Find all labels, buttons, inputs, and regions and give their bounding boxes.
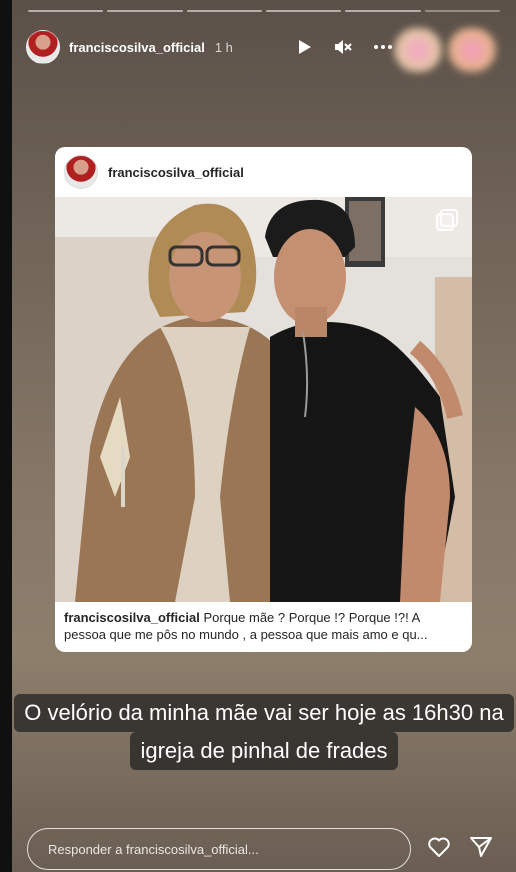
progress-segment <box>345 10 421 12</box>
blurred-sticker <box>448 28 496 72</box>
footer-actions <box>427 836 493 863</box>
overlay-text-line-1: O velório da minha mãe vai ser hoje as 1… <box>14 694 514 732</box>
heart-icon[interactable] <box>427 836 451 863</box>
blurred-sticker <box>394 28 442 72</box>
reply-input[interactable]: Responder a franciscosilva_official... <box>27 828 411 870</box>
story-controls <box>298 39 392 55</box>
play-icon[interactable] <box>298 39 312 55</box>
blurred-stickers <box>394 26 502 74</box>
photo-illustration <box>55 197 472 602</box>
post-caption: franciscosilva_official Porque mãe ? Por… <box>64 609 463 643</box>
progress-segment <box>107 10 183 12</box>
overlay-text-line-2: igreja de pinhal de frades <box>130 732 398 770</box>
story-viewer: franciscosilva_official 1 h franciscosil… <box>12 0 516 872</box>
progress-segment <box>186 10 262 12</box>
story-progress-bar <box>28 10 500 12</box>
progress-segment-current <box>424 10 500 12</box>
mute-icon[interactable] <box>334 39 352 55</box>
post-avatar <box>64 155 98 189</box>
reply-placeholder: Responder a franciscosilva_official... <box>48 841 259 857</box>
story-time: 1 h <box>214 39 233 55</box>
post-photo <box>55 197 472 602</box>
post-header: franciscosilva_official <box>55 147 472 197</box>
carousel-icon <box>436 209 458 236</box>
shared-post-card[interactable]: franciscosilva_official franciscosilva_o… <box>55 147 472 652</box>
story-text-overlay: O velório da minha mãe vai ser hoje as 1… <box>12 694 516 770</box>
progress-segment <box>265 10 342 12</box>
more-icon[interactable] <box>374 45 392 49</box>
progress-segment <box>28 10 104 12</box>
left-edge <box>0 0 12 872</box>
send-icon[interactable] <box>469 836 493 863</box>
caption-username: franciscosilva_official <box>64 610 200 625</box>
post-username: franciscosilva_official <box>108 164 244 180</box>
avatar[interactable] <box>26 30 60 64</box>
story-footer: Responder a franciscosilva_official... <box>27 826 506 872</box>
story-username[interactable]: franciscosilva_official <box>69 40 205 55</box>
